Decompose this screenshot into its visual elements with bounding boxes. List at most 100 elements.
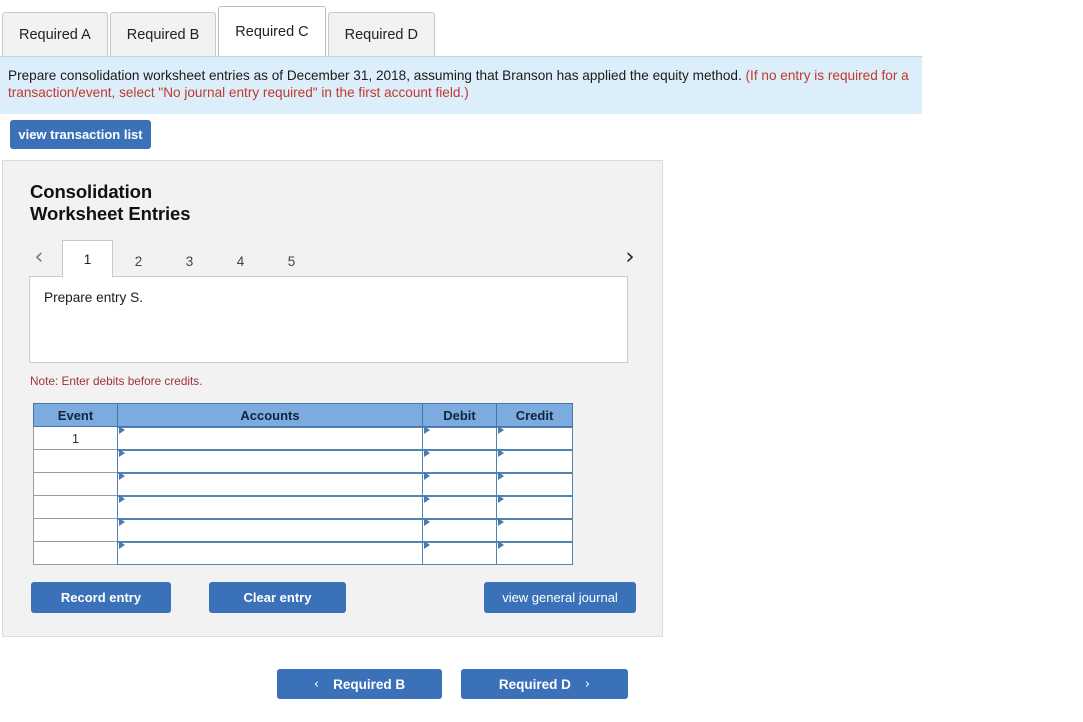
event-cell — [33, 541, 118, 565]
dropdown-caret-icon — [424, 494, 430, 503]
entry-page-3[interactable]: 3 — [164, 244, 215, 278]
entry-page-4[interactable]: 4 — [215, 244, 266, 278]
debit-cell[interactable] — [422, 494, 497, 519]
table-row — [33, 517, 573, 542]
account-select-3[interactable] — [117, 471, 423, 496]
chevron-left-icon[interactable]: ‹ — [28, 242, 50, 272]
table-row — [33, 471, 573, 496]
entry-pager: ‹ 1 2 3 4 5 › — [28, 238, 641, 278]
tab-required-b[interactable]: Required B — [109, 12, 217, 56]
next-required-label: Required D — [498, 676, 571, 692]
column-header-credit: Credit — [496, 403, 573, 427]
account-cell[interactable] — [117, 540, 423, 565]
dropdown-caret-icon — [424, 471, 430, 480]
entry-page-numbers: 1 2 3 4 5 — [62, 238, 317, 278]
dropdown-caret-icon — [498, 494, 504, 503]
column-header-debit: Debit — [422, 403, 497, 427]
dropdown-caret-icon — [119, 448, 125, 457]
dropdown-caret-icon — [498, 471, 504, 480]
credit-input-6[interactable] — [496, 540, 573, 565]
event-cell: 1 — [33, 426, 118, 450]
account-select-5[interactable] — [117, 517, 423, 542]
table-row — [33, 448, 573, 473]
prev-required-button[interactable]: ‹ Required B — [277, 669, 442, 699]
event-cell — [33, 495, 118, 519]
event-cell — [33, 518, 118, 542]
dropdown-caret-icon — [498, 540, 504, 549]
dropdown-caret-icon — [424, 448, 430, 457]
dropdown-caret-icon — [119, 517, 125, 526]
dropdown-caret-icon — [424, 425, 430, 434]
table-header-row: Event Accounts Debit Credit — [33, 403, 573, 427]
account-cell[interactable] — [117, 425, 423, 450]
account-select-6[interactable] — [117, 540, 423, 565]
debit-cell[interactable] — [422, 471, 497, 496]
credit-cell[interactable] — [496, 425, 573, 450]
record-entry-button[interactable]: Record entry — [31, 582, 171, 613]
instruction-banner: Prepare consolidation worksheet entries … — [0, 56, 922, 114]
account-select-2[interactable] — [117, 448, 423, 473]
credit-cell[interactable] — [496, 448, 573, 473]
credit-input-4[interactable] — [496, 494, 573, 519]
view-general-journal-button[interactable]: view general journal — [484, 582, 636, 613]
entry-page-5[interactable]: 5 — [266, 244, 317, 278]
credit-input-3[interactable] — [496, 471, 573, 496]
chevron-left-icon: ‹ — [313, 676, 320, 692]
debit-input-5[interactable] — [422, 517, 497, 542]
credit-cell[interactable] — [496, 517, 573, 542]
table-row: 1 — [33, 425, 573, 450]
account-cell[interactable] — [117, 494, 423, 519]
dropdown-caret-icon — [119, 425, 125, 434]
dropdown-caret-icon — [498, 517, 504, 526]
tab-required-d-label: Required D — [344, 26, 418, 43]
account-cell[interactable] — [117, 448, 423, 473]
debit-input-2[interactable] — [422, 448, 497, 473]
debit-input-6[interactable] — [422, 540, 497, 565]
tab-required-c[interactable]: Required C — [218, 6, 326, 56]
credit-cell[interactable] — [496, 494, 573, 519]
debit-cell[interactable] — [422, 448, 497, 473]
entry-page-1[interactable]: 1 — [62, 240, 113, 278]
account-select-1[interactable] — [117, 425, 423, 450]
account-cell[interactable] — [117, 517, 423, 542]
next-required-button[interactable]: Required D › — [461, 669, 628, 699]
debit-cell[interactable] — [422, 540, 497, 565]
chevron-right-icon[interactable]: › — [619, 242, 641, 272]
dropdown-caret-icon — [119, 540, 125, 549]
prev-required-label: Required B — [333, 676, 406, 692]
debit-input-4[interactable] — [422, 494, 497, 519]
debit-input-3[interactable] — [422, 471, 497, 496]
view-transaction-list-button[interactable]: view transaction list — [10, 120, 151, 149]
tab-required-a-label: Required A — [19, 26, 91, 43]
clear-entry-button[interactable]: Clear entry — [209, 582, 346, 613]
event-cell — [33, 449, 118, 473]
card-title-line1: Consolidation — [30, 181, 153, 202]
dropdown-caret-icon — [424, 540, 430, 549]
debits-before-credits-note: Note: Enter debits before credits. — [30, 374, 203, 388]
table-row — [33, 540, 573, 565]
credit-input-1[interactable] — [496, 425, 573, 450]
entry-page-2[interactable]: 2 — [113, 244, 164, 278]
dropdown-caret-icon — [119, 471, 125, 480]
debit-input-1[interactable] — [422, 425, 497, 450]
dropdown-caret-icon — [424, 517, 430, 526]
page-root: Required A Required B Required C Require… — [0, 0, 1083, 722]
credit-input-5[interactable] — [496, 517, 573, 542]
tab-required-d[interactable]: Required D — [327, 12, 435, 56]
account-cell[interactable] — [117, 471, 423, 496]
dropdown-caret-icon — [498, 448, 504, 457]
consolidation-worksheet-card: Consolidation Worksheet Entries ‹ 1 2 3 … — [2, 160, 663, 637]
card-title: Consolidation Worksheet Entries — [30, 181, 191, 224]
entry-prompt-text: Prepare entry S. — [44, 290, 143, 305]
credit-cell[interactable] — [496, 540, 573, 565]
debit-cell[interactable] — [422, 425, 497, 450]
tab-required-a[interactable]: Required A — [2, 12, 108, 56]
column-header-accounts: Accounts — [117, 403, 423, 427]
credit-cell[interactable] — [496, 471, 573, 496]
debit-cell[interactable] — [422, 517, 497, 542]
entry-prompt-box: Prepare entry S. — [29, 276, 628, 363]
instruction-text: Prepare consolidation worksheet entries … — [8, 68, 742, 83]
account-select-4[interactable] — [117, 494, 423, 519]
tab-required-c-label: Required C — [235, 23, 309, 40]
credit-input-2[interactable] — [496, 448, 573, 473]
